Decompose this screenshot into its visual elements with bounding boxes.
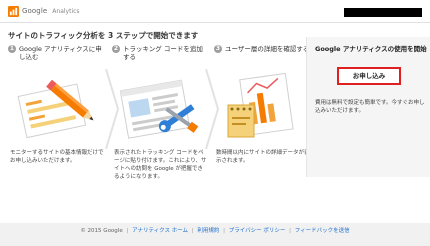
step-1-description: モニターするサイトの基本情報だけでお申し込みいただけます。 <box>10 150 104 164</box>
step-2-title: トラッキング コードを追加する <box>123 45 203 61</box>
analytics-logo-icon <box>8 5 19 17</box>
account-redacted-box[interactable] <box>344 8 422 17</box>
step-1-title-row: 1 Google アナリティクスに申し込む <box>8 45 104 61</box>
footer-copyright: © 2015 Google <box>80 228 123 234</box>
get-started-title: Google アナリティクスの使用を開始 <box>315 45 427 53</box>
footer-link-terms[interactable]: 利用規約 <box>197 228 219 234</box>
footer: © 2015 Google | アナリティクス ホーム | 利用規約 | プライ… <box>0 226 430 234</box>
step-3-description: 数時間以内にサイトの詳細データが表示されます。 <box>216 150 310 164</box>
logo-subtext: Analytics <box>52 7 80 15</box>
step-1-number: 1 <box>8 45 16 53</box>
logo-text: Google <box>22 7 48 15</box>
step-2-number: 2 <box>112 45 120 53</box>
step-1: 1 Google アナリティクスに申し込む モニターするサイトの基本情報だけでお… <box>8 45 104 164</box>
step-2-description: 表示されたトラッキング コードをページに貼り付けます。これにより、サイトへの訪問… <box>114 150 207 180</box>
step-3-title-row: 3 ユーザー層の詳細を確認する <box>214 45 310 53</box>
step-3-title: ユーザー層の詳細を確認する <box>225 45 310 53</box>
footer-separator: | <box>126 228 129 234</box>
step-3-number: 3 <box>214 45 222 53</box>
step-2-title-row: 2 トラッキング コードを追加する <box>112 45 208 61</box>
footer-separator: | <box>191 228 194 234</box>
step-2: 2 トラッキング コードを追加する 表示されたトラッキング コードをページに貼り… <box>112 45 208 180</box>
footer-link-feedback[interactable]: フィードバックを送信 <box>295 228 350 234</box>
get-started-panel: Google アナリティクスの使用を開始 お申し込み 費用は無料で設定も簡単です… <box>306 37 430 177</box>
main-panel: サイトのトラフィック分析を 3 ステップで開始できます 1 Google アナリ… <box>0 23 430 223</box>
signup-button[interactable]: お申し込み <box>337 67 401 85</box>
signup-form-pencil-icon <box>17 79 94 139</box>
step-1-title: Google アナリティクスに申し込む <box>19 45 102 61</box>
signup-note: 費用は無料で設定も簡単です。今すぐお申し込みいただけます。 <box>315 100 425 114</box>
report-charts-icon <box>227 72 294 138</box>
footer-separator: | <box>223 228 226 234</box>
page-headline: サイトのトラフィック分析を 3 ステップで開始できます <box>8 31 199 40</box>
top-bar: Google Analytics <box>0 0 430 23</box>
step-3: 3 ユーザー層の詳細を確認する 数時間以内にサイトの詳細データが表示されます。 <box>214 45 310 164</box>
footer-link-privacy[interactable]: プライバシー ポリシー <box>229 228 286 234</box>
google-analytics-logo[interactable]: Google Analytics <box>8 5 80 17</box>
footer-link-analytics-home[interactable]: アナリティクス ホーム <box>132 228 188 234</box>
tracking-code-tools-icon <box>119 79 199 139</box>
footer-separator: | <box>289 228 292 234</box>
